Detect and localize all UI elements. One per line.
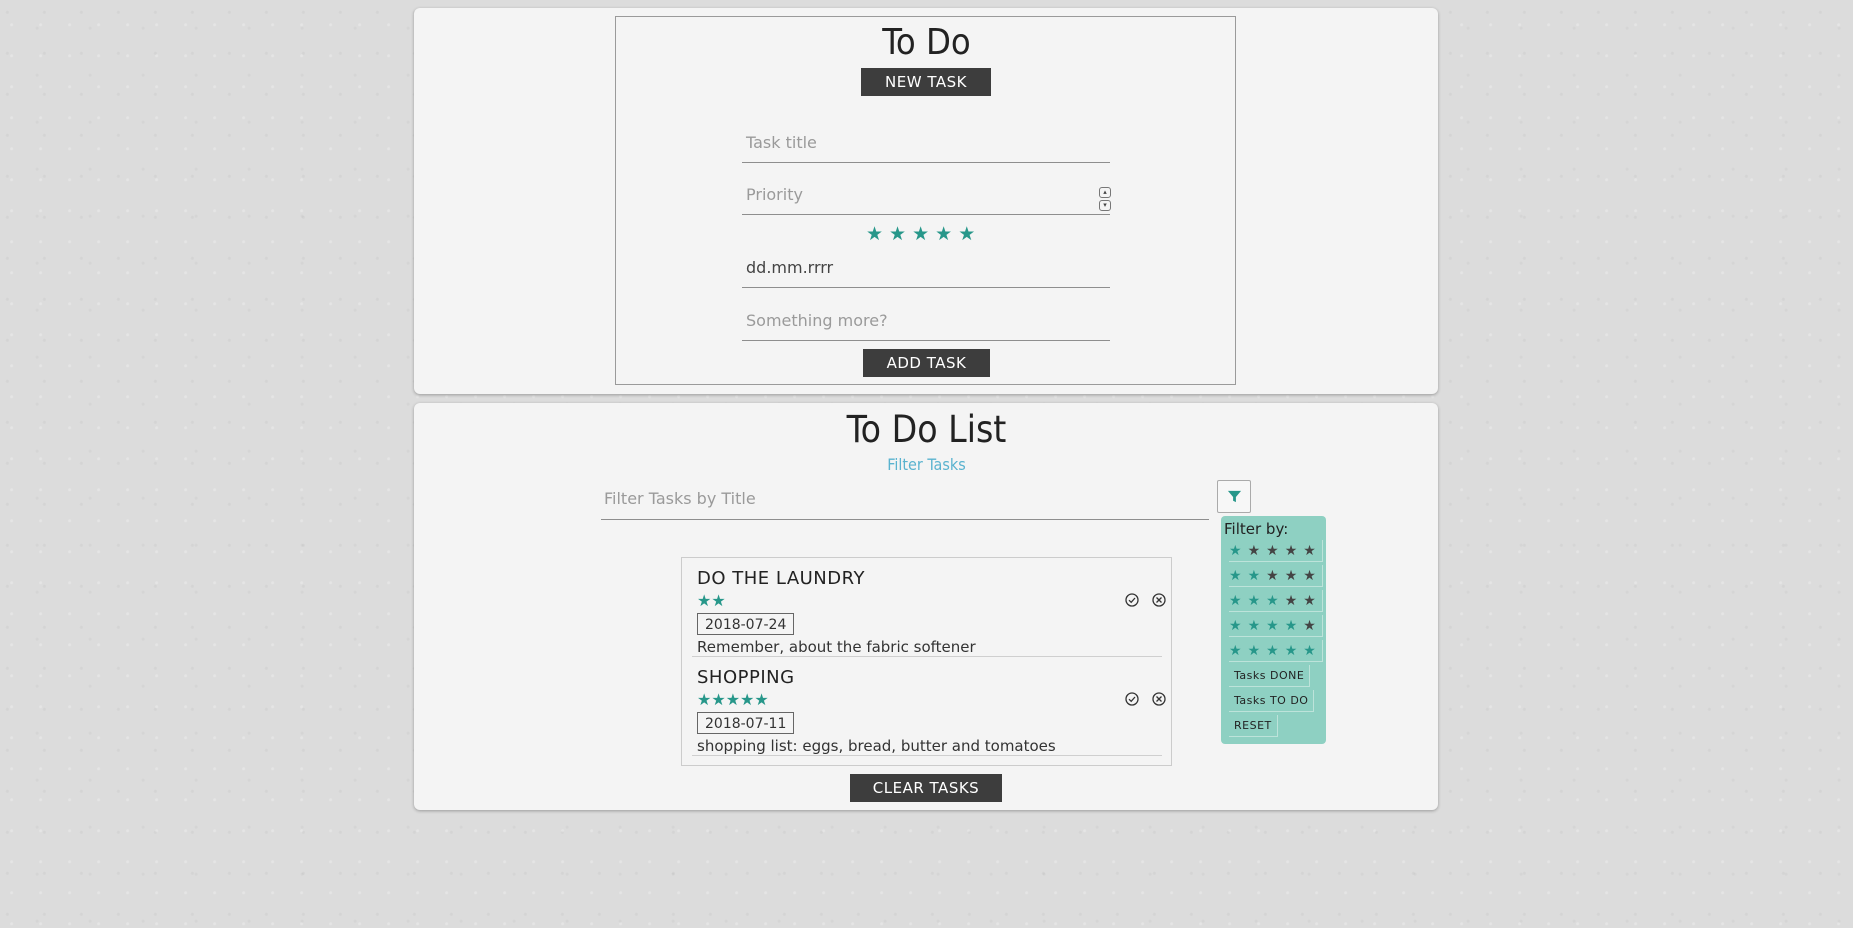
filter-panel-header: Filter by: bbox=[1224, 520, 1289, 538]
stepper-down-icon[interactable]: ▾ bbox=[1099, 200, 1111, 211]
clear-tasks-button[interactable]: CLEAR TASKS bbox=[850, 774, 1002, 802]
star-filled-icon: ★ bbox=[1266, 617, 1280, 634]
star-empty-icon: ★ bbox=[1284, 592, 1299, 609]
filter-stars-2[interactable]: ★ ★ ★ ★ ★ bbox=[1229, 565, 1323, 587]
star-filled-icon: ★ bbox=[1247, 592, 1262, 609]
date-placeholder: dd.mm.rrrr bbox=[746, 258, 834, 277]
task-date: 2018-07-11 bbox=[697, 712, 795, 734]
task-title: SHOPPING bbox=[697, 667, 795, 688]
complete-icon[interactable] bbox=[1125, 593, 1139, 607]
star-filled-icon: ★ bbox=[1229, 642, 1243, 659]
stepper-up-icon[interactable]: ▴ bbox=[1099, 187, 1111, 198]
task-description: shopping list: eggs, bread, butter and t… bbox=[697, 737, 1056, 755]
star-empty-icon: ★ bbox=[1303, 542, 1317, 559]
filter-todo-button[interactable]: Tasks TO DO bbox=[1229, 690, 1315, 712]
task-title: DO THE LAUNDRY bbox=[697, 568, 865, 589]
star-filled-icon: ★ bbox=[1229, 567, 1243, 584]
star-empty-icon: ★ bbox=[1247, 542, 1262, 559]
filter-stars-1[interactable]: ★ ★ ★ ★ ★ bbox=[1229, 540, 1323, 562]
filter-icon bbox=[1227, 490, 1241, 503]
date-input[interactable]: dd.mm.rrrr bbox=[742, 240, 1110, 288]
list-title: To Do List bbox=[846, 408, 1007, 451]
filter-toggle-button[interactable] bbox=[1217, 480, 1251, 513]
filter-title-input[interactable]: Filter Tasks by Title bbox=[601, 476, 1209, 520]
filter-reset-button[interactable]: RESET bbox=[1229, 715, 1278, 737]
task-item: DO THE LAUNDRY ★★ 2018-07-24 Remember, a… bbox=[692, 558, 1166, 657]
star-filled-icon: ★ bbox=[711, 690, 726, 709]
task-description: Remember, about the fabric softener bbox=[697, 638, 976, 656]
star-filled-icon: ★ bbox=[740, 690, 755, 709]
form-title: To Do bbox=[882, 22, 971, 63]
task-item: SHOPPING ★★★★★ 2018-07-11 shopping list:… bbox=[692, 657, 1166, 756]
task-priority-stars: ★★ bbox=[697, 591, 726, 610]
star-filled-icon: ★ bbox=[1229, 542, 1243, 559]
priority-input[interactable]: Priority ▴ ▾ bbox=[742, 167, 1111, 215]
star-filled-icon: ★ bbox=[1266, 642, 1280, 659]
complete-icon[interactable] bbox=[1125, 692, 1139, 706]
star-filled-icon: ★ bbox=[711, 591, 726, 610]
star-filled-icon: ★ bbox=[1247, 642, 1262, 659]
task-title-placeholder: Task title bbox=[746, 133, 817, 152]
new-task-button[interactable]: NEW TASK bbox=[861, 68, 991, 96]
star-empty-icon: ★ bbox=[1266, 567, 1280, 584]
filter-tasks-link[interactable]: Filter Tasks bbox=[0, 455, 1853, 474]
priority-stepper[interactable]: ▴ ▾ bbox=[1099, 187, 1111, 211]
star-empty-icon: ★ bbox=[1266, 542, 1280, 559]
filter-title-placeholder: Filter Tasks by Title bbox=[604, 489, 756, 508]
star-empty-icon: ★ bbox=[1303, 592, 1317, 609]
star-empty-icon: ★ bbox=[1303, 567, 1317, 584]
star-filled-icon: ★ bbox=[1229, 617, 1243, 634]
delete-icon[interactable] bbox=[1152, 692, 1166, 706]
filter-stars-5[interactable]: ★ ★ ★ ★ ★ bbox=[1229, 640, 1323, 662]
task-date: 2018-07-24 bbox=[697, 613, 795, 635]
star-filled-icon: ★ bbox=[725, 690, 741, 709]
star-empty-icon: ★ bbox=[1284, 542, 1299, 559]
filter-stars-4[interactable]: ★ ★ ★ ★ ★ bbox=[1229, 615, 1323, 637]
priority-placeholder: Priority bbox=[746, 185, 803, 204]
task-title-input[interactable]: Task title bbox=[742, 115, 1110, 163]
task-priority-stars: ★★★★★ bbox=[697, 690, 769, 709]
star-filled-icon: ★ bbox=[1284, 642, 1299, 659]
star-filled-icon: ★ bbox=[1247, 567, 1262, 584]
star-filled-icon: ★ bbox=[1284, 617, 1299, 634]
star-empty-icon: ★ bbox=[1303, 617, 1317, 634]
star-empty-icon: ★ bbox=[1284, 567, 1299, 584]
task-list: DO THE LAUNDRY ★★ 2018-07-24 Remember, a… bbox=[681, 557, 1172, 766]
star-filled-icon: ★ bbox=[697, 690, 712, 709]
star-filled-icon: ★ bbox=[1229, 592, 1243, 609]
filter-stars-3[interactable]: ★ ★ ★ ★ ★ bbox=[1229, 590, 1323, 612]
star-filled-icon: ★ bbox=[1247, 617, 1262, 634]
star-filled-icon: ★ bbox=[1266, 592, 1280, 609]
notes-placeholder: Something more? bbox=[746, 311, 888, 330]
star-filled-icon: ★ bbox=[754, 690, 769, 709]
star-filled-icon: ★ bbox=[1303, 642, 1317, 659]
delete-icon[interactable] bbox=[1152, 593, 1166, 607]
filter-done-button[interactable]: Tasks DONE bbox=[1229, 665, 1311, 687]
star-filled-icon: ★ bbox=[697, 591, 712, 610]
add-task-button[interactable]: ADD TASK bbox=[863, 349, 990, 377]
filter-panel: Filter by: ★ ★ ★ ★ ★ ★ ★ ★ ★ ★ ★ ★ ★ ★ ★ ★ ★ ★ ★ ★ ★ ★ ★ ★ ★ Tas… bbox=[1221, 516, 1326, 744]
notes-input[interactable]: Something more? bbox=[742, 293, 1110, 341]
